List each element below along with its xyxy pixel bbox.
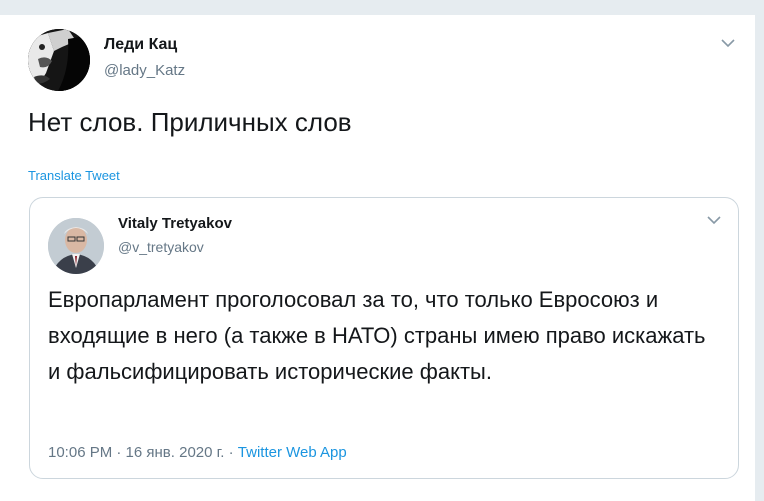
author-avatar-image: [28, 29, 90, 91]
quoted-author-handle[interactable]: @v_tretyakov: [118, 239, 204, 255]
quoted-author-avatar[interactable]: [48, 218, 104, 274]
quoted-tweet-app-link[interactable]: Twitter Web App: [238, 444, 347, 461]
author-name[interactable]: Леди Кац: [104, 36, 177, 54]
chevron-down-icon[interactable]: [720, 37, 736, 49]
author-handle[interactable]: @lady_Katz: [104, 62, 185, 79]
quoted-author-name[interactable]: Vitaly Tretyakov: [118, 215, 232, 232]
translate-tweet-link[interactable]: Translate Tweet: [28, 168, 120, 183]
quoted-tweet-timestamp: 10:06 PM · 16 янв. 2020 г. ·: [48, 444, 238, 461]
author-avatar[interactable]: [28, 29, 90, 91]
chevron-down-icon[interactable]: [706, 214, 722, 226]
quoted-tweet-meta: 10:06 PM · 16 янв. 2020 г. · Twitter Web…: [48, 444, 347, 461]
quoted-tweet[interactable]: Vitaly Tretyakov @v_tretyakov Европарлам…: [29, 197, 739, 479]
quoted-author-avatar-image: [48, 218, 104, 274]
quoted-tweet-text: Европарламент проголосовал за то, что то…: [48, 287, 706, 384]
tweet-text: Нет слов. Приличных слов: [28, 107, 352, 137]
tweet[interactable]: Леди Кац @lady_Katz Нет слов. Приличных …: [0, 14, 756, 501]
